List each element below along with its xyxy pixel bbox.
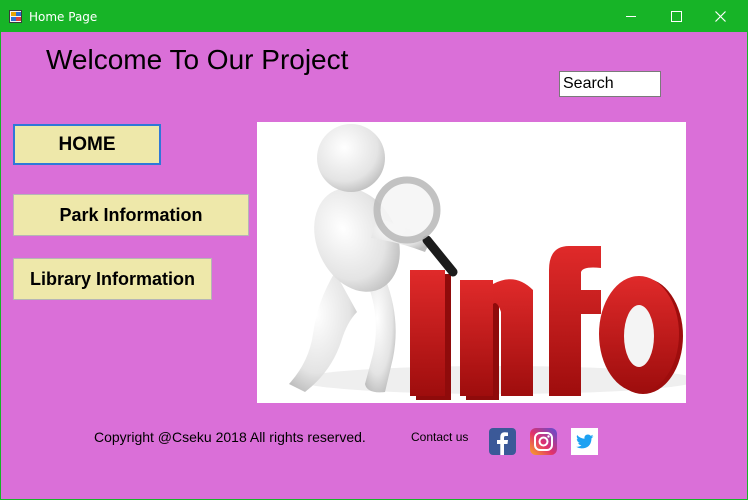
facebook-icon[interactable]: [489, 428, 516, 455]
minimize-button[interactable]: [608, 1, 654, 32]
copyright-text: Copyright @Cseku 2018 All rights reserve…: [94, 429, 366, 445]
close-button[interactable]: [698, 1, 744, 32]
close-icon: [715, 11, 726, 22]
info-illustration: Info: [257, 122, 686, 403]
page-title: Welcome To Our Project: [46, 44, 349, 75]
instagram-icon[interactable]: [530, 428, 557, 455]
window-title: Home Page: [29, 10, 98, 24]
info-illustration-graphic: [289, 124, 686, 400]
contact-label: Contact us: [411, 430, 469, 444]
search-input[interactable]: [559, 71, 661, 97]
maximize-button[interactable]: [653, 1, 699, 32]
twitter-icon[interactable]: [571, 428, 598, 455]
home-button[interactable]: HOME: [13, 124, 161, 165]
park-information-button[interactable]: Park Information: [13, 194, 249, 236]
app-window: Home Page Welcome To Our Project HOME Pa…: [0, 0, 748, 500]
library-information-button[interactable]: Library Information: [13, 258, 212, 300]
app-icon: [9, 10, 22, 23]
title-bar[interactable]: Home Page: [1, 1, 747, 32]
